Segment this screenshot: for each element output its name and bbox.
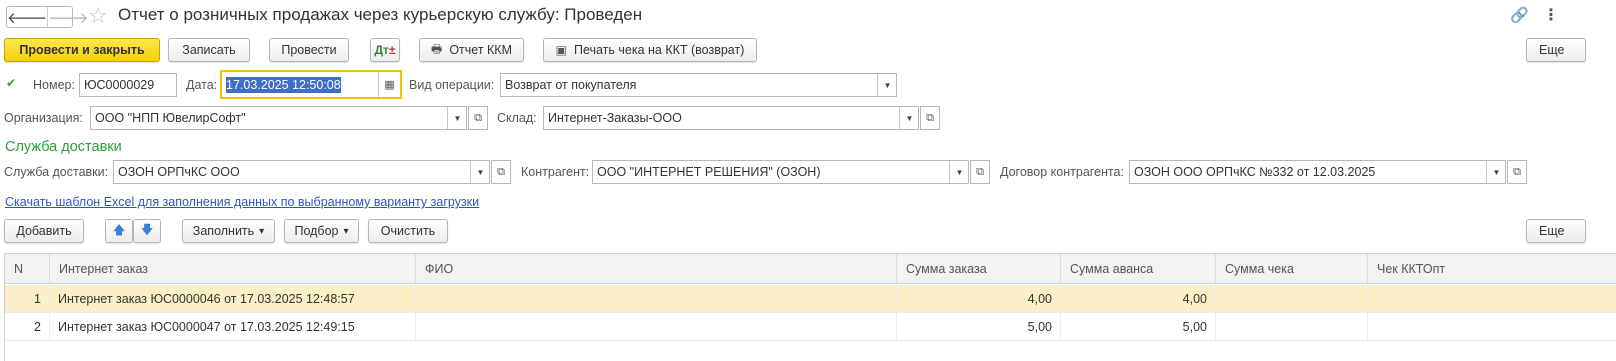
cell-order-sum[interactable]: 4,00 bbox=[897, 285, 1061, 313]
orders-table: N Интернет заказ ФИО Сумма заказа Сумма … bbox=[4, 253, 1616, 361]
table-more-button[interactable]: Еще bbox=[1526, 219, 1586, 243]
operation-value: Возврат от покупателя bbox=[505, 78, 637, 92]
table-row[interactable]: 1 Интернет заказ ЮС0000046 от 17.03.2025… bbox=[5, 285, 1616, 313]
kkm-report-label: Отчет ККМ bbox=[449, 43, 512, 57]
chevron-down-icon[interactable]: ▼ bbox=[470, 161, 489, 183]
column-header-advance-sum[interactable]: Сумма аванса bbox=[1061, 254, 1216, 284]
accounting-entries-button[interactable]: Дт± bbox=[370, 38, 400, 62]
organization-label: Организация: bbox=[4, 111, 83, 125]
counterparty-value: ООО "ИНТЕРНЕТ РЕШЕНИЯ" (ОЗОН) bbox=[597, 165, 821, 179]
dropdown-arrow-icon: ▾ bbox=[259, 225, 265, 237]
chevron-down-icon[interactable]: ▼ bbox=[877, 74, 896, 96]
warehouse-field[interactable]: Интернет-Заказы-ООО ▼ bbox=[543, 106, 919, 130]
download-excel-template-link[interactable]: Скачать шаблон Excel для заполнения данн… bbox=[5, 195, 479, 209]
save-button[interactable]: Записать bbox=[168, 38, 250, 62]
arrow-up-icon: 🡅 bbox=[112, 222, 126, 237]
contract-label: Договор контрагента: bbox=[1000, 165, 1124, 179]
warehouse-value: Интернет-Заказы-ООО bbox=[548, 111, 682, 125]
fill-label: Заполнить bbox=[192, 224, 255, 238]
page-title: Отчет о розничных продажах через курьерс… bbox=[118, 5, 643, 24]
open-warehouse-icon[interactable]: ⧉ bbox=[920, 106, 940, 130]
open-delivery-service-icon[interactable]: ⧉ bbox=[491, 160, 511, 184]
date-field[interactable]: 17.03.2025 12:50:08 ▦ bbox=[220, 70, 402, 99]
posted-check-icon: ✔ bbox=[6, 76, 17, 90]
table-header: N Интернет заказ ФИО Сумма заказа Сумма … bbox=[5, 254, 1616, 284]
contract-value: ОЗОН ООО ОРПчКС №332 от 12.03.2025 bbox=[1134, 165, 1376, 179]
chevron-down-icon[interactable]: ▼ bbox=[899, 107, 918, 129]
chevron-down-icon[interactable]: ▼ bbox=[1486, 161, 1505, 183]
delivery-service-value: ОЗОН ОРПчКС ООО bbox=[118, 165, 240, 179]
organization-field[interactable]: ООО "НПП ЮвелирСофт" ▼ bbox=[90, 106, 467, 130]
chevron-down-icon[interactable]: ▼ bbox=[447, 107, 466, 129]
column-header-kkt[interactable]: Чек ККТОпт bbox=[1368, 254, 1616, 284]
date-value: 17.03.2025 12:50:08 bbox=[226, 76, 341, 93]
cell-n: 1 bbox=[5, 285, 50, 313]
favorite-star-icon[interactable]: ☆ bbox=[88, 3, 108, 29]
cell-fio[interactable] bbox=[416, 313, 897, 341]
organization-value: ООО "НПП ЮвелирСофт" bbox=[95, 111, 246, 125]
receipt-printer-icon: ▣ bbox=[555, 43, 567, 57]
cell-kkt[interactable] bbox=[1368, 313, 1616, 341]
link-icon[interactable]: 🔗 bbox=[1510, 6, 1529, 24]
open-organization-icon[interactable]: ⧉ bbox=[468, 106, 488, 130]
movements-icon: Дт± bbox=[374, 43, 396, 57]
column-header-fio[interactable]: ФИО bbox=[416, 254, 897, 284]
number-label: Номер: bbox=[33, 78, 75, 92]
pick-button[interactable]: Подбор ▾ bbox=[284, 219, 359, 243]
delivery-section-title: Служба доставки bbox=[5, 139, 122, 155]
table-row[interactable]: 2 Интернет заказ ЮС0000047 от 17.03.2025… bbox=[5, 313, 1616, 341]
cell-fio[interactable] bbox=[416, 285, 897, 313]
open-contract-icon[interactable]: ⧉ bbox=[1507, 160, 1527, 184]
chevron-down-icon[interactable]: ▼ bbox=[949, 161, 968, 183]
print-return-receipt-label: Печать чека на ККТ (возврат) bbox=[573, 43, 745, 57]
arrow-down-icon: 🡇 bbox=[140, 222, 154, 237]
open-counterparty-icon[interactable]: ⧉ bbox=[970, 160, 990, 184]
clear-button[interactable]: Очистить bbox=[368, 219, 448, 243]
column-header-check-sum[interactable]: Сумма чека bbox=[1216, 254, 1368, 284]
delivery-service-label: Служба доставки: bbox=[4, 165, 109, 179]
number-field[interactable]: ЮС0000029 bbox=[79, 73, 177, 97]
calendar-icon[interactable]: ▦ bbox=[378, 72, 400, 97]
add-row-button[interactable]: Добавить bbox=[4, 219, 84, 243]
counterparty-field[interactable]: ООО "ИНТЕРНЕТ РЕШЕНИЯ" (ОЗОН) ▼ bbox=[592, 160, 969, 184]
dropdown-arrow-icon: ▾ bbox=[343, 225, 349, 237]
contract-field[interactable]: ОЗОН ООО ОРПчКС №332 от 12.03.2025 ▼ bbox=[1129, 160, 1506, 184]
operation-select[interactable]: Возврат от покупателя ▼ bbox=[500, 73, 897, 97]
move-down-button[interactable]: 🡇 bbox=[133, 219, 161, 243]
column-header-order-sum[interactable]: Сумма заказа bbox=[897, 254, 1061, 284]
post-and-close-button[interactable]: Провести и закрыть bbox=[4, 38, 160, 62]
printer-icon: 🖶 bbox=[431, 41, 443, 56]
cell-check-sum[interactable] bbox=[1216, 285, 1368, 313]
more-button[interactable]: Еще bbox=[1526, 38, 1586, 62]
back-arrow-icon[interactable]: 🡐 bbox=[7, 7, 47, 27]
pick-label: Подбор bbox=[294, 224, 339, 238]
counterparty-label: Контрагент: bbox=[521, 165, 590, 179]
cell-order-sum[interactable]: 5,00 bbox=[897, 313, 1061, 341]
more-menu-icon[interactable]: ⋮ bbox=[1543, 5, 1559, 25]
cell-advance-sum[interactable]: 4,00 bbox=[1061, 285, 1216, 313]
fill-button[interactable]: Заполнить ▾ bbox=[182, 219, 275, 243]
column-header-order[interactable]: Интернет заказ bbox=[50, 254, 416, 284]
cell-kkt[interactable] bbox=[1368, 285, 1616, 313]
kkm-report-button[interactable]: 🖶 Отчет ККМ bbox=[419, 38, 524, 62]
cell-check-sum[interactable] bbox=[1216, 313, 1368, 341]
cell-order[interactable]: Интернет заказ ЮС0000047 от 17.03.2025 1… bbox=[50, 313, 416, 341]
print-return-receipt-button[interactable]: ▣ Печать чека на ККТ (возврат) bbox=[543, 38, 757, 62]
date-label: Дата: bbox=[186, 78, 218, 92]
delivery-service-field[interactable]: ОЗОН ОРПчКС ООО ▼ bbox=[113, 160, 490, 184]
cell-advance-sum[interactable]: 5,00 bbox=[1061, 313, 1216, 341]
navigation-buttons: 🡐 🡒 bbox=[6, 6, 88, 28]
move-up-button[interactable]: 🡅 bbox=[105, 219, 133, 243]
cell-order[interactable]: Интернет заказ ЮС0000046 от 17.03.2025 1… bbox=[50, 285, 416, 313]
column-header-n[interactable]: N bbox=[5, 254, 50, 284]
warehouse-label: Склад: bbox=[497, 111, 537, 125]
cell-n: 2 bbox=[5, 313, 50, 341]
operation-label: Вид операции: bbox=[409, 78, 495, 92]
forward-arrow-icon[interactable]: 🡒 bbox=[47, 7, 88, 27]
post-button[interactable]: Провести bbox=[269, 38, 349, 62]
